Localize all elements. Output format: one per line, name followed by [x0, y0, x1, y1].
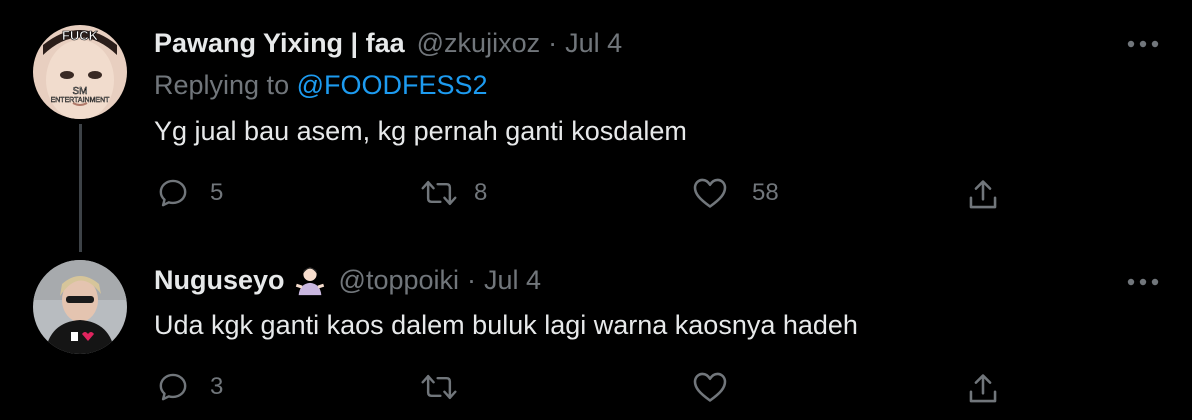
- retweet-button[interactable]: [420, 370, 478, 404]
- tweet-header: Pawang Yixing | faa @zkujixoz · Jul 4: [154, 25, 622, 61]
- heart-icon: [693, 178, 727, 208]
- like-button[interactable]: 58: [692, 176, 779, 210]
- avatar-image: FUCK SM ENTERTAINMENT: [33, 25, 127, 119]
- share-button[interactable]: [966, 372, 1000, 406]
- avatar[interactable]: [33, 260, 127, 354]
- display-name[interactable]: Nuguseyo: [154, 265, 285, 296]
- tweet-text: Uda kgk ganti kaos dalem buluk lagi warn…: [154, 310, 858, 340]
- reply-button[interactable]: 3: [156, 370, 223, 404]
- replying-to-mention[interactable]: @FOODFESS2: [297, 70, 488, 100]
- tweet-date[interactable]: Jul 4: [565, 28, 622, 59]
- avatar[interactable]: FUCK SM ENTERTAINMENT: [33, 25, 127, 119]
- svg-text:ENTERTAINMENT: ENTERTAINMENT: [51, 97, 111, 104]
- svg-text:SM: SM: [73, 86, 88, 97]
- share-icon: [969, 180, 997, 209]
- user-handle[interactable]: @zkujixoz: [417, 28, 540, 59]
- tweet-text: Yg jual bau asem, kg pernah ganti kosdal…: [154, 116, 687, 146]
- tweet-1[interactable]: FUCK SM ENTERTAINMENT Pawang Yixing | fa…: [0, 0, 1192, 250]
- retweet-icon: [421, 374, 457, 400]
- heart-icon: [693, 372, 727, 402]
- svg-text:FUCK: FUCK: [62, 28, 99, 43]
- replying-to-label: Replying to: [154, 70, 297, 100]
- tweet-header: Nuguseyo @toppoiki · Jul 4: [154, 262, 541, 298]
- retweet-count: 8: [474, 179, 488, 206]
- reply-icon: [159, 373, 187, 401]
- display-name[interactable]: Pawang Yixing | faa: [154, 28, 405, 59]
- like-count: 58: [752, 179, 779, 206]
- separator-dot: ·: [467, 264, 477, 295]
- more-options-icon[interactable]: [1126, 277, 1160, 287]
- replying-to-line: Replying to @FOODFESS2: [154, 70, 488, 101]
- retweet-icon: [421, 180, 457, 206]
- reply-count: 5: [210, 179, 224, 206]
- share-button[interactable]: [966, 178, 1000, 212]
- person-shrugging-emoji: [295, 267, 324, 296]
- more-options-icon[interactable]: [1126, 39, 1160, 49]
- like-button[interactable]: [692, 370, 748, 404]
- separator-dot: ·: [548, 27, 558, 58]
- reply-button[interactable]: 5: [156, 176, 223, 210]
- share-icon: [969, 374, 997, 403]
- retweet-button[interactable]: 8: [420, 176, 487, 210]
- tweet-2[interactable]: Nuguseyo @toppoiki · Jul 4 Uda kgk ganti…: [0, 252, 1192, 420]
- avatar-image: [33, 260, 127, 354]
- reply-count: 3: [210, 373, 224, 400]
- reply-icon: [159, 179, 187, 207]
- tweet-date[interactable]: Jul 4: [484, 265, 541, 296]
- user-handle[interactable]: @toppoiki: [339, 265, 459, 296]
